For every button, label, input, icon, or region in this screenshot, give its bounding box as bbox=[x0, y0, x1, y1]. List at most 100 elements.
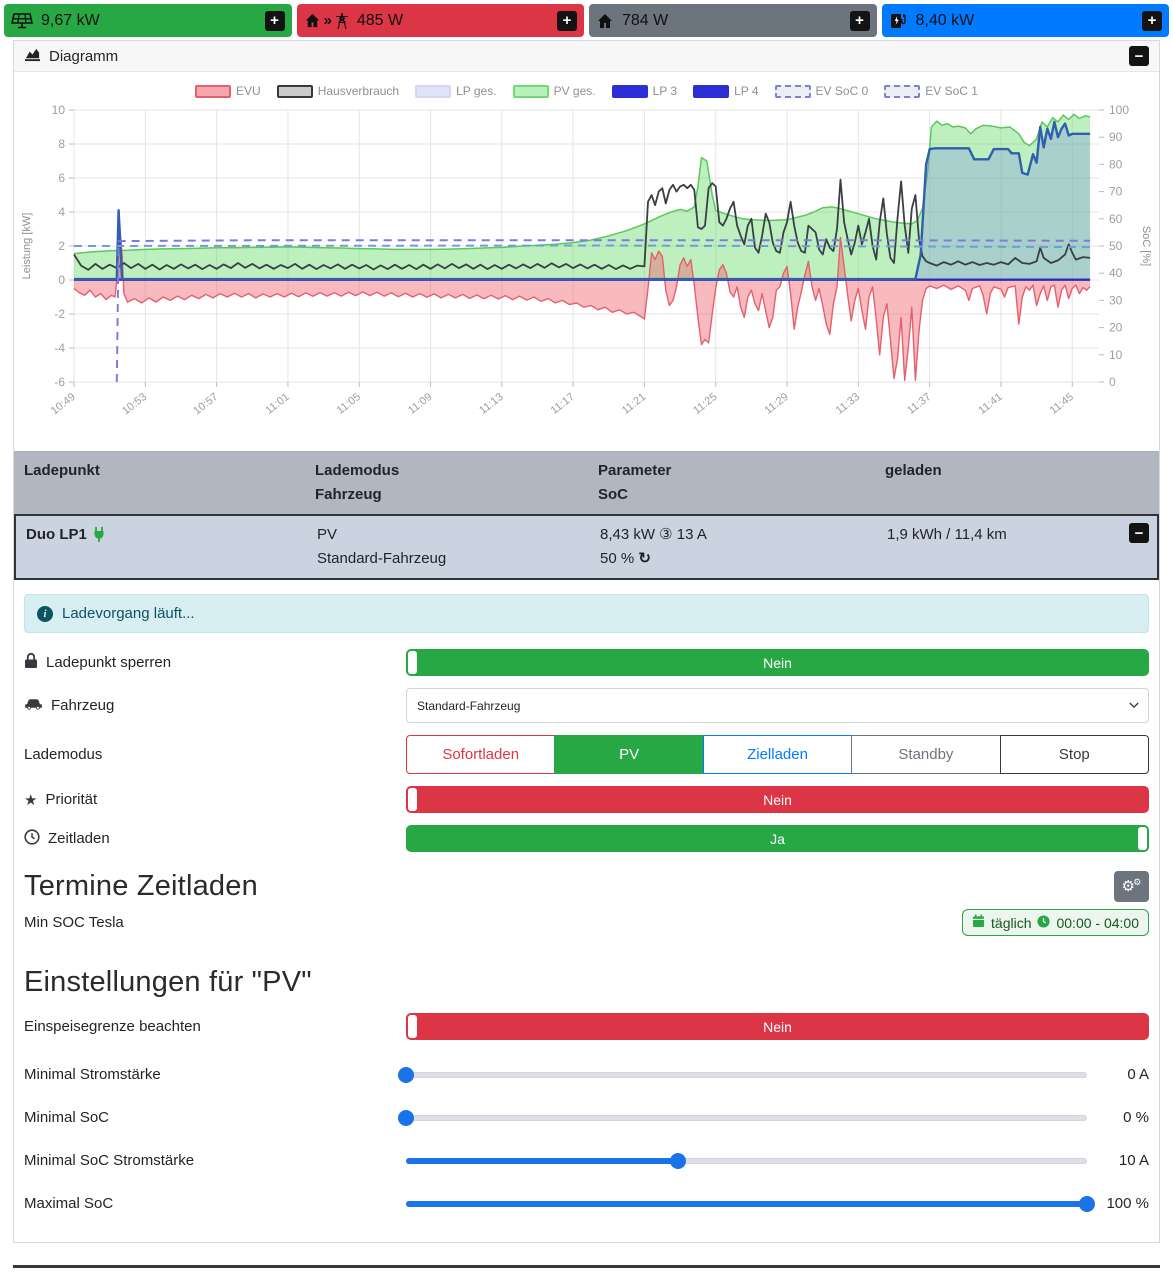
min-soc-current-value: 10 A bbox=[1118, 1152, 1149, 1169]
table-row[interactable]: Duo LP1 PV Standard-Fahrzeug 8,43 kW ③ 13… bbox=[14, 514, 1159, 580]
charge-power-value: 8,40 kW bbox=[915, 11, 975, 29]
svg-text:11:01: 11:01 bbox=[263, 391, 291, 417]
collapsed-section-divider[interactable] bbox=[13, 1265, 1160, 1268]
row-collapse-button[interactable]: − bbox=[1129, 523, 1149, 543]
diagram-collapse-button[interactable]: − bbox=[1129, 46, 1149, 66]
svg-text:40: 40 bbox=[1109, 266, 1123, 280]
lock-icon bbox=[24, 652, 38, 673]
mode-stop-button[interactable]: Stop bbox=[999, 735, 1150, 774]
expand-house-button[interactable]: + bbox=[849, 10, 870, 31]
slider-row-min-soc-current: Minimal SoC Stromstärke 10 A bbox=[24, 1152, 1149, 1169]
svg-text:10: 10 bbox=[1109, 348, 1123, 362]
min-soc-slider[interactable] bbox=[398, 1109, 1087, 1126]
info-icon: i bbox=[37, 605, 53, 622]
priority-row: ★ Priorität Nein bbox=[24, 786, 1149, 813]
legend-label: EV SoC 1 bbox=[925, 84, 978, 98]
expand-grid-button[interactable]: + bbox=[557, 10, 577, 31]
svg-text:8: 8 bbox=[58, 137, 65, 151]
diagram-header: Diagramm − bbox=[14, 41, 1159, 72]
slider-row-min-soc: Minimal SoC 0 % bbox=[24, 1109, 1149, 1126]
svg-text:30: 30 bbox=[1109, 293, 1123, 307]
legend-item[interactable]: LP 4 bbox=[693, 84, 759, 98]
expand-charge-button[interactable]: + bbox=[1142, 10, 1162, 31]
legend-item[interactable]: Hausverbrauch bbox=[276, 84, 400, 98]
slider-thumb bbox=[1079, 1195, 1095, 1212]
legend-item[interactable]: LP 3 bbox=[611, 84, 677, 98]
svg-text:2: 2 bbox=[58, 239, 65, 253]
lock-label: Ladepunkt sperren bbox=[24, 652, 406, 673]
max-soc-slider[interactable] bbox=[406, 1195, 1095, 1212]
legend-label: PV ges. bbox=[553, 84, 596, 98]
legend-label: LP 4 bbox=[734, 84, 759, 98]
schedule-settings-button[interactable]: ⚙ ⚙ bbox=[1114, 871, 1149, 902]
slider-thumb bbox=[670, 1152, 687, 1169]
svg-text:-6: -6 bbox=[54, 375, 65, 389]
power-chart[interactable]: 1086420-2-4-6100908070605040302010010:49… bbox=[16, 98, 1155, 446]
legend-item[interactable]: EV SoC 0 bbox=[774, 84, 868, 98]
timecharge-label: Zeitladen bbox=[24, 828, 406, 849]
priority-toggle[interactable]: Nein bbox=[406, 786, 1149, 813]
vehicle-row: Fahrzeug Standard-Fahrzeug bbox=[24, 688, 1149, 723]
timecharge-row: Zeitladen Ja bbox=[24, 825, 1149, 852]
col-ladepunkt: Ladepunkt bbox=[24, 462, 100, 479]
chart-container: EVU Hausverbrauch LP ges. PV ges. LP 3 LP 4 EV… bbox=[14, 72, 1159, 451]
chargepoint-name: Duo LP1 bbox=[26, 523, 317, 571]
main-card: Diagramm − EVU Hausverbrauch LP ges. PV ges… bbox=[13, 40, 1160, 1243]
soc-refresh-icon[interactable]: ↻ bbox=[638, 550, 651, 567]
status-bar: 9,67 kW + » 485 W + 784 W + 8,40 kW + bbox=[0, 0, 1173, 40]
timecharge-toggle[interactable]: Ja bbox=[406, 825, 1149, 852]
max-soc-value: 100 % bbox=[1106, 1195, 1149, 1212]
legend-item[interactable]: EVU bbox=[195, 84, 261, 98]
schedule-badge[interactable]: täglich 00:00 - 04:00 bbox=[962, 909, 1149, 936]
svg-text:11:41: 11:41 bbox=[976, 391, 1004, 417]
feedin-toggle[interactable]: Nein bbox=[406, 1013, 1149, 1040]
house-power-value: 784 W bbox=[622, 11, 669, 29]
vehicle-select[interactable]: Standard-Fahrzeug bbox=[406, 688, 1149, 723]
min-soc-current-slider[interactable] bbox=[406, 1152, 1087, 1169]
chart-area-icon bbox=[24, 46, 41, 66]
mode-standby-button[interactable]: Standby bbox=[851, 735, 1001, 774]
slider-row-min-current: Minimal Stromstärke 0 A bbox=[24, 1066, 1149, 1083]
mode-sofortladen-button[interactable]: Sofortladen bbox=[406, 735, 556, 774]
svg-text:10: 10 bbox=[52, 103, 66, 117]
svg-text:6: 6 bbox=[58, 171, 65, 185]
min-current-slider[interactable] bbox=[398, 1066, 1087, 1083]
statbox-grid: » 485 W + bbox=[296, 4, 584, 37]
feedin-label: Einspeisegrenze beachten bbox=[24, 1018, 201, 1035]
clock-icon bbox=[24, 828, 40, 849]
col-parameter-soc: Parameter SoC bbox=[598, 462, 672, 503]
svg-text:0: 0 bbox=[1109, 375, 1116, 389]
mode-zielladen-button[interactable]: Zielladen bbox=[702, 735, 853, 774]
svg-text:11:17: 11:17 bbox=[549, 391, 577, 417]
diagram-title: Diagramm bbox=[49, 47, 119, 65]
svg-text:70: 70 bbox=[1109, 185, 1123, 199]
house-to-grid-icon: » bbox=[304, 12, 349, 30]
legend-swatch bbox=[774, 84, 811, 98]
chargepoint-table: Ladepunkt Lademodus Fahrzeug Parameter SoC… bbox=[14, 451, 1159, 580]
table-header-row: Ladepunkt Lademodus Fahrzeug Parameter SoC… bbox=[14, 452, 1159, 514]
svg-text:11:13: 11:13 bbox=[477, 391, 505, 417]
legend-swatch bbox=[276, 84, 313, 98]
grid-power-value: 485 W bbox=[356, 11, 404, 29]
slider-row-max-soc: Maximal SoC 100 % bbox=[24, 1195, 1149, 1212]
svg-text:90: 90 bbox=[1109, 130, 1123, 144]
legend-item[interactable]: EV SoC 1 bbox=[884, 84, 978, 98]
svg-text:11:09: 11:09 bbox=[406, 391, 434, 417]
svg-text:SoC [%]: SoC [%] bbox=[1140, 226, 1152, 266]
legend-label: Hausverbrauch bbox=[317, 84, 400, 98]
lock-toggle[interactable]: Nein bbox=[406, 649, 1149, 676]
badge-frequency: täglich bbox=[991, 914, 1032, 931]
schedule-heading: Termine Zeitladen bbox=[24, 870, 258, 902]
alert-text: Ladevorgang läuft... bbox=[62, 605, 195, 622]
legend-item[interactable]: PV ges. bbox=[512, 84, 596, 98]
house-icon bbox=[596, 12, 614, 30]
vehicle-label: Fahrzeug bbox=[24, 696, 406, 716]
expand-pv-button[interactable]: + bbox=[264, 10, 285, 31]
mode-pv-button[interactable]: PV bbox=[554, 735, 704, 774]
mode-button-group: Sofortladen PV Zielladen Standby Stop bbox=[406, 735, 1150, 774]
settings-heading: Einstellungen für "PV" bbox=[24, 966, 312, 998]
legend-item[interactable]: LP ges. bbox=[415, 84, 497, 98]
plug-icon bbox=[93, 526, 105, 550]
mode-label: Lademodus bbox=[24, 746, 103, 763]
badge-time: 00:00 - 04:00 bbox=[1056, 914, 1139, 931]
